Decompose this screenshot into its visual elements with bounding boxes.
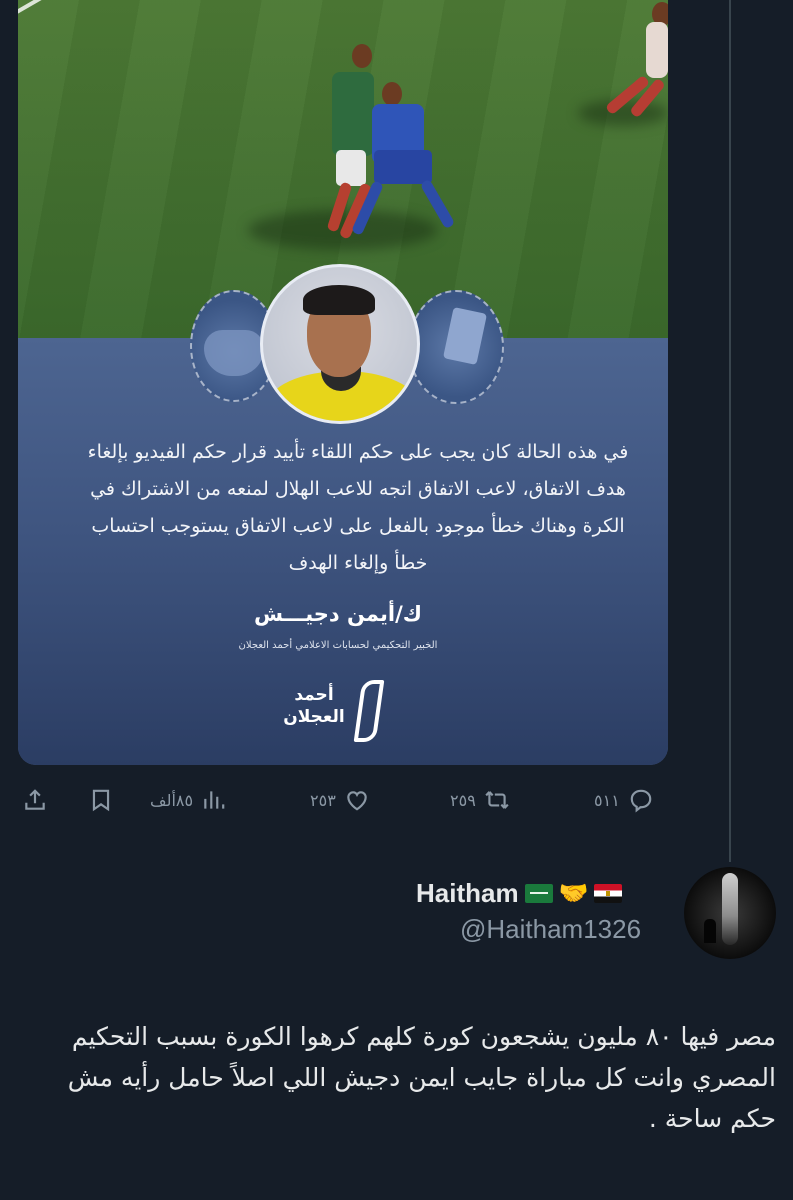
thread-line bbox=[729, 0, 731, 862]
tweet-media-image[interactable]: في هذه الحالة كان يجب على حكم اللقاء تأي… bbox=[18, 0, 668, 765]
brand-logo-text: أحمد العجلان bbox=[283, 685, 345, 727]
brand-logo: أحمد العجلان bbox=[283, 680, 385, 744]
like-count: ٢٥٣ bbox=[310, 790, 336, 810]
expert-name: ك/أيمن دجيـــش bbox=[254, 602, 422, 626]
handshake-icon: 🤝 bbox=[558, 879, 589, 907]
reply-text: مصر فيها ٨٠ مليون يشجعون كورة كلهم كرهوا… bbox=[67, 1022, 776, 1133]
reply-icon bbox=[630, 789, 652, 813]
reply-count: ٥١١ bbox=[594, 790, 620, 810]
views-count: ٨٥ألف bbox=[150, 790, 194, 810]
views-button[interactable]: ٨٥ألف bbox=[150, 780, 227, 820]
bookmark-button[interactable] bbox=[88, 780, 114, 820]
share-icon bbox=[25, 789, 45, 810]
bookmark-icon bbox=[92, 789, 110, 812]
retweet-count: ٢٥٩ bbox=[450, 790, 476, 810]
referee-portrait bbox=[260, 264, 420, 424]
retweet-button[interactable]: ٢٥٩ bbox=[450, 780, 510, 820]
share-button[interactable] bbox=[22, 780, 48, 820]
avatar[interactable] bbox=[684, 867, 776, 959]
retweet-icon bbox=[485, 791, 509, 809]
egypt-flag-icon bbox=[594, 883, 623, 903]
user-handle[interactable]: @Haitham1326 bbox=[460, 914, 641, 945]
heart-icon bbox=[347, 791, 367, 811]
brand-mark-icon bbox=[353, 680, 385, 742]
expert-title: الخبير التحكيمي لحسابات الاعلامي أحمد ال… bbox=[238, 640, 438, 651]
expert-quote: في هذه الحالة كان يجب على حكم اللقاء تأي… bbox=[87, 441, 629, 574]
reply-author-name[interactable]: Haitham 🤝 bbox=[416, 876, 623, 910]
reply-button[interactable]: ٥١١ bbox=[594, 780, 654, 820]
views-chart-icon bbox=[204, 791, 225, 809]
display-name: Haitham bbox=[416, 877, 519, 908]
tweet-actions: ٥١١ ٢٥٩ ٢٥٣ ٨٥ألف bbox=[18, 780, 668, 820]
like-button[interactable]: ٢٥٣ bbox=[310, 780, 370, 820]
saudi-flag-icon bbox=[524, 883, 553, 903]
